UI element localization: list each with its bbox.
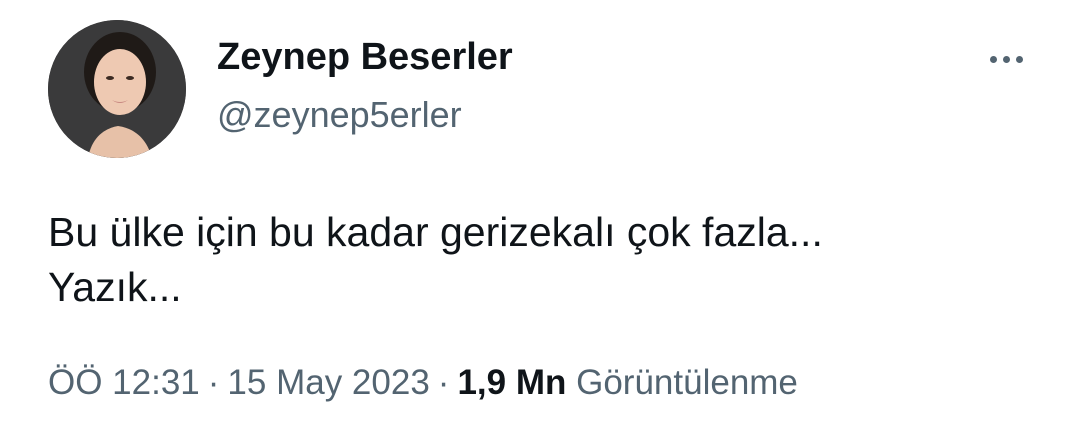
avatar[interactable]: [48, 20, 186, 158]
more-options-button[interactable]: [982, 44, 1030, 74]
more-horizontal-icon: [1002, 55, 1010, 63]
display-name[interactable]: Zeynep Beserler: [217, 36, 513, 79]
tweet-card: Zeynep Beserler @zeynep5erler Bu ülke iç…: [0, 0, 1080, 435]
meta-separator: ·: [207, 363, 220, 402]
more-horizontal-icon: [989, 55, 997, 63]
tweet-text-line: Yazık...: [48, 264, 182, 310]
tweet-text-line: Bu ülke için bu kadar gerizekalı çok faz…: [48, 209, 823, 255]
user-handle[interactable]: @zeynep5erler: [217, 94, 462, 136]
tweet-text: Bu ülke için bu kadar gerizekalı çok faz…: [48, 205, 1048, 315]
profile-photo: [48, 20, 186, 158]
tweet-date[interactable]: 15 May 2023: [227, 363, 429, 402]
views-count[interactable]: 1,9 Mn: [457, 363, 566, 402]
tweet-time[interactable]: ÖÖ 12:31: [48, 363, 200, 402]
meta-separator: ·: [437, 363, 450, 402]
tweet-meta: ÖÖ 12:31 · 15 May 2023 · 1,9 Mn Görüntülenme: [48, 363, 798, 403]
more-horizontal-icon: [1015, 55, 1023, 63]
views-label[interactable]: Görüntülenme: [576, 363, 798, 402]
